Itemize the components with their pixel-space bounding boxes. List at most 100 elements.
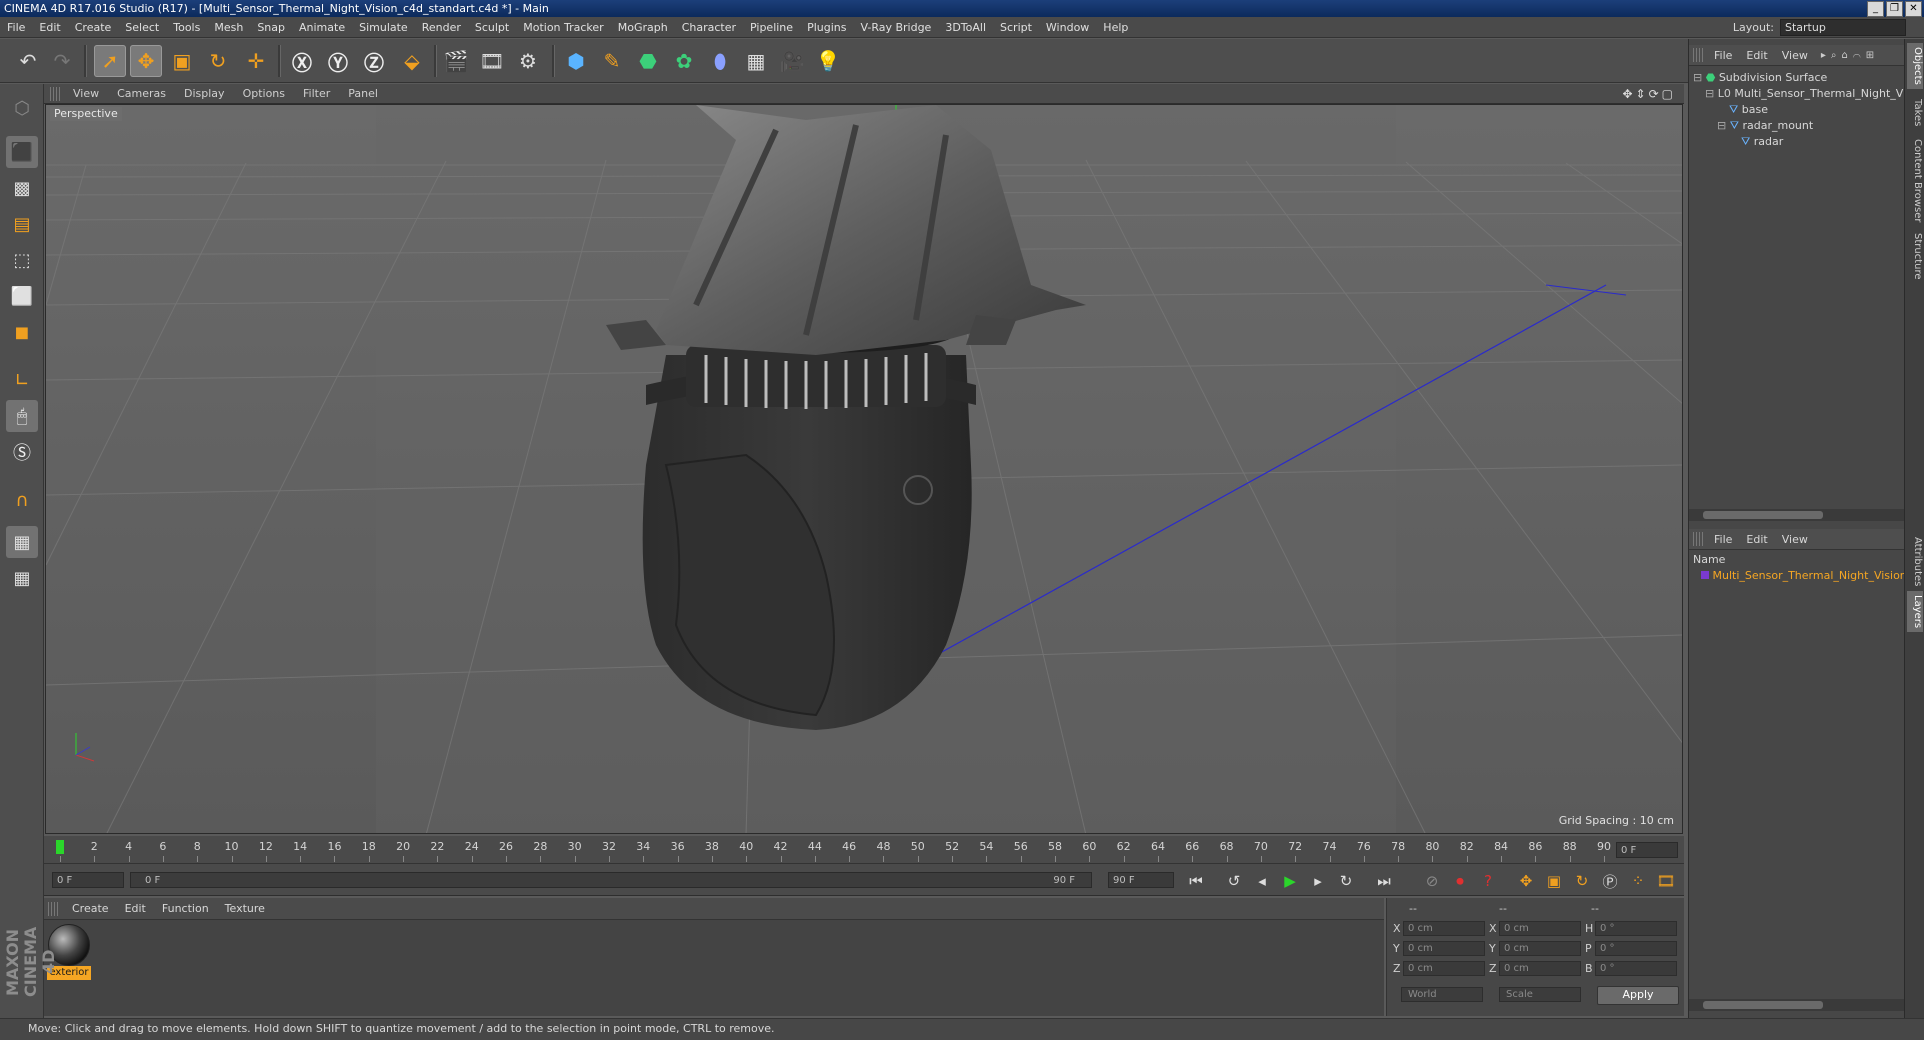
tab-structure[interactable]: Structure (1907, 229, 1923, 284)
coordinate-space-dropdown[interactable]: World (1401, 987, 1483, 1002)
go-to-start-icon[interactable]: ⏮ (1184, 870, 1208, 892)
previous-key-icon[interactable]: ↺ (1222, 870, 1246, 892)
x-axis-icon[interactable]: Ⓧ (286, 45, 318, 77)
position-x-field[interactable]: 0 cm (1403, 921, 1485, 936)
material-menu-texture[interactable]: Texture (217, 902, 273, 915)
menu-window[interactable]: Window (1039, 21, 1096, 34)
undo-icon[interactable]: ↶ (12, 45, 44, 77)
tree-item-subdivision-surface[interactable]: ⊟ ⬣ Subdivision Surface (1693, 71, 1827, 84)
menu-motion-tracker[interactable]: Motion Tracker (516, 21, 610, 34)
layout-dropdown[interactable]: Startup (1780, 19, 1906, 36)
layer-item[interactable]: Multi_Sensor_Thermal_Night_Vision (1701, 569, 1907, 582)
timeline-window-icon[interactable]: 🎞 (1654, 870, 1678, 892)
snap-icon[interactable]: Ⓢ (6, 436, 38, 468)
tab-attributes[interactable]: Attributes (1907, 533, 1923, 590)
rotation-h-field[interactable]: 0 ° (1595, 921, 1677, 936)
menu-tools[interactable]: Tools (166, 21, 207, 34)
points-mode-icon[interactable]: ⬚ (6, 244, 38, 276)
viewport-camera-label[interactable]: Perspective (50, 107, 122, 121)
position-y-field[interactable]: 0 cm (1403, 941, 1485, 956)
locked-workplane-icon[interactable]: ▦ (6, 526, 38, 558)
workplane-mode-icon[interactable]: ▤ (6, 208, 38, 240)
next-key-icon[interactable]: ↻ (1334, 870, 1358, 892)
timeline-ruler[interactable]: 0246810121416182022242628303234363840424… (44, 836, 1684, 864)
menu-script[interactable]: Script (993, 21, 1039, 34)
axis-mode-icon[interactable]: ∟ (6, 364, 38, 396)
cloner-icon[interactable]: ✿ (668, 45, 700, 77)
layer-manager-scrollbar[interactable] (1689, 999, 1905, 1011)
object-menu-edit[interactable]: Edit (1739, 49, 1774, 62)
render-picture-viewer-icon[interactable]: 🎞 (476, 45, 508, 77)
coordinate-mode-dropdown[interactable]: Scale (1499, 987, 1581, 1002)
object-menu-file[interactable]: File (1707, 49, 1739, 62)
next-frame-icon[interactable]: ▸ (1306, 870, 1330, 892)
material-menu-edit[interactable]: Edit (117, 902, 154, 915)
key-parameter-icon[interactable]: Ⓟ (1598, 870, 1622, 892)
current-frame-field[interactable]: 0 F (1616, 842, 1678, 858)
menu-plugins[interactable]: Plugins (800, 21, 853, 34)
tab-content-browser[interactable]: Content Browser (1907, 135, 1923, 226)
spline-pen-icon[interactable]: ✎ (596, 45, 628, 77)
frame-range-slider[interactable]: 0 F 90 F (130, 872, 1092, 888)
menu-edit[interactable]: Edit (32, 21, 67, 34)
maximize-button[interactable]: ❐ (1886, 1, 1903, 17)
subdivision-surface-icon[interactable]: ⬣ (632, 45, 664, 77)
start-frame-field[interactable]: 0 F (52, 872, 124, 888)
floor-icon[interactable]: ▦ (740, 45, 772, 77)
object-manager-scrollbar[interactable] (1689, 509, 1905, 521)
tab-takes[interactable]: Takes (1907, 95, 1923, 130)
key-rotation-icon[interactable]: ↻ (1570, 870, 1594, 892)
size-y-field[interactable]: 0 cm (1499, 941, 1581, 956)
transform-icon[interactable]: ✛ (240, 45, 272, 77)
previous-frame-icon[interactable]: ◂ (1250, 870, 1274, 892)
tree-item-radar-mount[interactable]: ⊟ ⛛ radar_mount (1717, 119, 1813, 133)
model-mode-icon[interactable]: ⬛ (6, 136, 38, 168)
scale-icon[interactable]: ▣ (166, 45, 198, 77)
viewport-menu-view[interactable]: View (64, 87, 108, 100)
menu-help[interactable]: Help (1096, 21, 1135, 34)
render-view-icon[interactable]: 🎬 (440, 45, 472, 77)
viewport-menu-filter[interactable]: Filter (294, 87, 339, 100)
tree-item-multi-sensor[interactable]: ⊟ L0 Multi_Sensor_Thermal_Night_Vision (1705, 87, 1924, 100)
polygons-mode-icon[interactable]: ◼ (6, 316, 38, 348)
apply-button[interactable]: Apply (1597, 986, 1679, 1005)
viewport-menu-display[interactable]: Display (175, 87, 234, 100)
menu-select[interactable]: Select (118, 21, 166, 34)
position-z-field[interactable]: 0 cm (1403, 961, 1485, 976)
planar-workplane-icon[interactable]: ▦ (6, 562, 38, 594)
tab-objects[interactable]: Objects (1907, 43, 1923, 89)
menu-vray-bridge[interactable]: V-Ray Bridge (853, 21, 938, 34)
menu-animate[interactable]: Animate (292, 21, 352, 34)
layer-menu-edit[interactable]: Edit (1739, 533, 1774, 546)
size-z-field[interactable]: 0 cm (1499, 961, 1581, 976)
tree-item-radar[interactable]: ⛛ radar (1741, 135, 1783, 149)
menu-simulate[interactable]: Simulate (352, 21, 415, 34)
redo-icon[interactable]: ↷ (46, 45, 78, 77)
minimize-button[interactable]: _ (1867, 1, 1884, 17)
texture-mode-icon[interactable]: ▩ (6, 172, 38, 204)
play-icon[interactable]: ▶ (1278, 870, 1302, 892)
menu-character[interactable]: Character (675, 21, 743, 34)
keyframe-selection-icon[interactable]: ? (1476, 870, 1500, 892)
cube-primitive-icon[interactable]: ⬢ (560, 45, 592, 77)
menu-3dtoall[interactable]: 3DToAll (938, 21, 993, 34)
layer-menu-view[interactable]: View (1775, 533, 1815, 546)
key-scale-icon[interactable]: ▣ (1542, 870, 1566, 892)
move-icon[interactable]: ✥ (130, 45, 162, 77)
timeline-playhead[interactable] (56, 840, 64, 854)
make-editable-icon[interactable]: ⬡ (6, 92, 38, 124)
tweak-mode-icon[interactable]: 🖱 (6, 400, 38, 432)
z-axis-icon[interactable]: Ⓩ (358, 45, 390, 77)
menu-mograph[interactable]: MoGraph (611, 21, 675, 34)
rotation-p-field[interactable]: 0 ° (1595, 941, 1677, 956)
rotation-b-field[interactable]: 0 ° (1595, 961, 1677, 976)
key-pla-icon[interactable]: ⁘ (1626, 870, 1650, 892)
layer-menu-file[interactable]: File (1707, 533, 1739, 546)
deformer-icon[interactable]: ⬮ (704, 45, 736, 77)
light-icon[interactable]: 💡 (812, 45, 844, 77)
menu-file[interactable]: File (0, 21, 32, 34)
close-button[interactable]: ✕ (1905, 1, 1922, 17)
object-menu-view[interactable]: View (1775, 49, 1815, 62)
menu-render[interactable]: Render (415, 21, 468, 34)
go-to-end-icon[interactable]: ⏭ (1372, 870, 1396, 892)
